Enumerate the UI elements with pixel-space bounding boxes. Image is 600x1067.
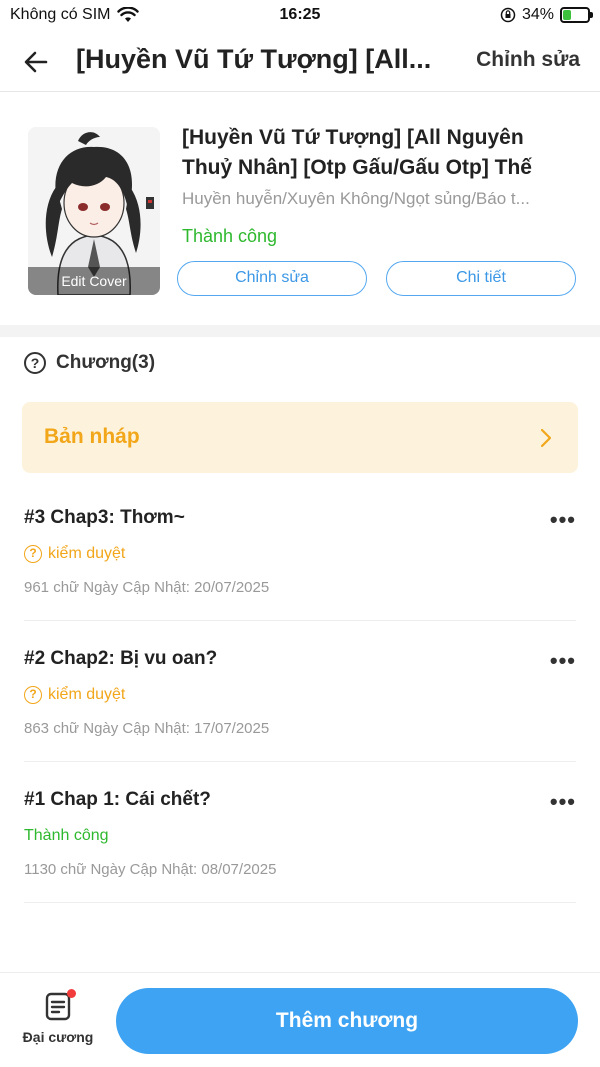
outline-label: Đại cương bbox=[22, 1029, 94, 1045]
more-options-icon[interactable]: ••• bbox=[550, 648, 576, 674]
help-icon[interactable]: ? bbox=[24, 352, 46, 374]
chapter-status: Thành công bbox=[24, 827, 109, 845]
bottom-bar: Đại cương Thêm chương bbox=[0, 972, 600, 1067]
chapter-meta: 863 chữ Ngày Cập Nhật: 17/07/2025 bbox=[24, 720, 270, 737]
chapters-header: ? Chương(3) bbox=[24, 352, 155, 374]
page-title: [Huyền Vũ Tứ Tượng] [All... bbox=[76, 44, 432, 74]
book-cover[interactable]: Edit Cover bbox=[28, 127, 160, 295]
chapter-meta: 961 chữ Ngày Cập Nhật: 20/07/2025 bbox=[24, 579, 270, 596]
draft-label: Bản nháp bbox=[44, 425, 140, 448]
book-title: [Huyền Vũ Tứ Tượng] [All Nguyên Thuỷ Nhâ… bbox=[182, 126, 532, 179]
book-status: Thành công bbox=[182, 226, 278, 246]
pending-icon: ? bbox=[24, 686, 42, 704]
chapter-status: ? kiểm duyệt bbox=[24, 686, 125, 704]
battery-icon bbox=[560, 7, 593, 23]
chapter-title: #3 Chap3: Thơm~ bbox=[24, 507, 185, 528]
pending-icon: ? bbox=[24, 545, 42, 563]
chapter-status: ? kiểm duyệt bbox=[24, 545, 125, 563]
more-options-icon[interactable]: ••• bbox=[550, 507, 576, 533]
notification-dot bbox=[67, 989, 76, 998]
battery-percent: 34% bbox=[521, 6, 554, 23]
back-arrow-icon[interactable] bbox=[20, 46, 52, 78]
battery-fill bbox=[563, 10, 571, 20]
chapter-status-label: kiểm duyệt bbox=[48, 686, 126, 703]
chapter-title: #1 Chap 1: Cái chết? bbox=[24, 789, 211, 810]
chapters-count-label: Chương(3) bbox=[56, 352, 156, 373]
section-divider bbox=[0, 325, 600, 337]
chapter-status-label: Thành công bbox=[24, 827, 109, 844]
chapter-row[interactable]: #2 Chap2: Bị vu oan? ••• ? kiểm duyệt 86… bbox=[24, 622, 576, 762]
chevron-right-icon bbox=[540, 428, 552, 448]
orientation-lock-icon bbox=[500, 7, 516, 23]
add-chapter-button[interactable]: Thêm chương bbox=[116, 988, 578, 1054]
book-detail-button[interactable]: Chi tiết bbox=[386, 261, 576, 296]
book-info-section: Edit Cover [Huyền Vũ Tứ Tượng] [All Nguy… bbox=[0, 93, 600, 325]
edit-book-button[interactable]: Chỉnh sửa bbox=[177, 261, 367, 296]
chapter-meta: 1130 chữ Ngày Cập Nhật: 08/07/2025 bbox=[24, 861, 277, 878]
chapter-row[interactable]: #1 Chap 1: Cái chết? ••• Thành công 1130… bbox=[24, 763, 576, 903]
navigation-bar: [Huyền Vũ Tứ Tượng] [All... Chỉnh sửa bbox=[0, 32, 600, 92]
draft-row[interactable]: Bản nháp bbox=[22, 402, 578, 473]
book-genres: Huyền huyễn/Xuyên Không/Ngọt sủng/Báo t.… bbox=[182, 189, 530, 208]
status-bar: Không có SIM 16:25 34% bbox=[0, 0, 600, 32]
edit-nav-button[interactable]: Chỉnh sửa bbox=[476, 48, 580, 72]
chapter-status-label: kiểm duyệt bbox=[48, 545, 126, 562]
battery-group: 34% bbox=[500, 6, 593, 24]
chapter-row[interactable]: #3 Chap3: Thơm~ ••• ? kiểm duyệt 961 chữ… bbox=[24, 481, 576, 621]
more-options-icon[interactable]: ••• bbox=[550, 789, 576, 815]
chapter-title: #2 Chap2: Bị vu oan? bbox=[24, 648, 218, 669]
outline-document-icon bbox=[43, 989, 76, 1021]
edit-cover-label[interactable]: Edit Cover bbox=[28, 267, 160, 295]
outline-button[interactable]: Đại cương bbox=[20, 989, 96, 1045]
